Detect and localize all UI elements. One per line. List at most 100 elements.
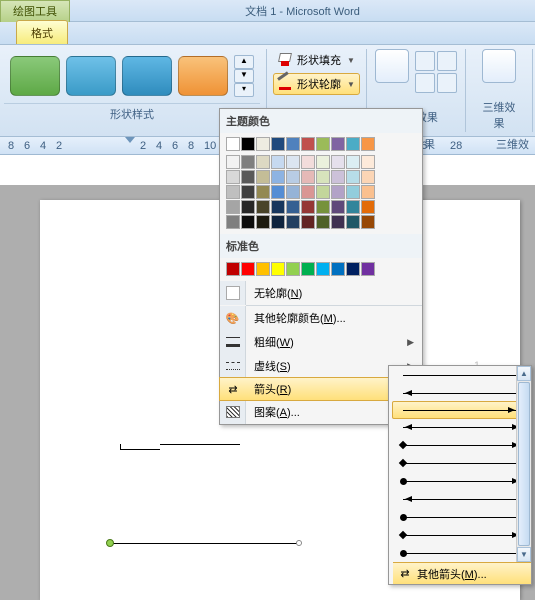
color-swatch[interactable] xyxy=(271,215,285,229)
color-swatch[interactable] xyxy=(286,262,300,276)
color-swatch[interactable] xyxy=(361,155,375,169)
color-swatch[interactable] xyxy=(286,170,300,184)
color-swatch[interactable] xyxy=(256,155,270,169)
color-swatch[interactable] xyxy=(226,200,240,214)
menu-weight[interactable]: 粗细(W) ▶ xyxy=(220,330,422,354)
style-swatch-3[interactable] xyxy=(122,56,172,96)
tab-format[interactable]: 格式 xyxy=(16,20,68,44)
color-swatch[interactable] xyxy=(286,155,300,169)
color-swatch[interactable] xyxy=(331,155,345,169)
color-swatch[interactable] xyxy=(256,170,270,184)
color-swatch[interactable] xyxy=(256,200,270,214)
style-swatch-2[interactable] xyxy=(66,56,116,96)
color-swatch[interactable] xyxy=(361,200,375,214)
shape-fill-button[interactable]: 形状填充 ▼ xyxy=(273,49,360,71)
menu-no-outline[interactable]: 无轮廓(N) xyxy=(220,281,422,305)
color-swatch[interactable] xyxy=(316,137,330,151)
color-swatch[interactable] xyxy=(301,170,315,184)
color-swatch[interactable] xyxy=(241,155,255,169)
arrow-style-dot-both[interactable] xyxy=(393,508,531,526)
drawn-shape-corner[interactable] xyxy=(120,444,160,450)
flyout-scrollbar[interactable]: ▲ ▼ xyxy=(516,366,531,562)
color-swatch[interactable] xyxy=(241,215,255,229)
color-swatch[interactable] xyxy=(271,185,285,199)
arrow-style-left[interactable] xyxy=(393,384,531,402)
color-swatch[interactable] xyxy=(331,215,345,229)
color-swatch[interactable] xyxy=(346,155,360,169)
color-swatch[interactable] xyxy=(316,200,330,214)
color-swatch[interactable] xyxy=(301,262,315,276)
line-start-handle[interactable] xyxy=(106,539,114,547)
shadow-nudge-right[interactable] xyxy=(437,51,457,71)
color-swatch[interactable] xyxy=(346,200,360,214)
color-swatch[interactable] xyxy=(241,137,255,151)
menu-more-arrows[interactable]: ⇄ 其他箭头(M)... xyxy=(393,562,531,584)
color-swatch[interactable] xyxy=(226,137,240,151)
color-swatch[interactable] xyxy=(331,170,345,184)
color-swatch[interactable] xyxy=(256,185,270,199)
color-swatch[interactable] xyxy=(301,200,315,214)
color-swatch[interactable] xyxy=(316,262,330,276)
shadow-nudge-down[interactable] xyxy=(437,73,457,93)
scroll-up-button[interactable]: ▲ xyxy=(517,366,531,381)
color-swatch[interactable] xyxy=(346,215,360,229)
color-swatch[interactable] xyxy=(241,200,255,214)
color-swatch[interactable] xyxy=(301,155,315,169)
color-swatch[interactable] xyxy=(316,155,330,169)
color-swatch[interactable] xyxy=(256,215,270,229)
arrow-style-both[interactable] xyxy=(393,418,531,436)
color-swatch[interactable] xyxy=(256,262,270,276)
color-swatch[interactable] xyxy=(256,137,270,151)
color-swatch[interactable] xyxy=(226,170,240,184)
color-swatch[interactable] xyxy=(286,200,300,214)
color-swatch[interactable] xyxy=(226,262,240,276)
shape-outline-button[interactable]: 形状轮廓 ▼ xyxy=(273,73,360,95)
color-swatch[interactable] xyxy=(271,155,285,169)
arrow-style-dot-right[interactable] xyxy=(393,490,531,508)
selected-line-shape[interactable] xyxy=(110,543,300,544)
color-swatch[interactable] xyxy=(316,170,330,184)
style-swatch-4[interactable] xyxy=(178,56,228,96)
color-swatch[interactable] xyxy=(346,170,360,184)
color-swatch[interactable] xyxy=(316,185,330,199)
shadow-nudge-left[interactable] xyxy=(415,73,435,93)
color-swatch[interactable] xyxy=(241,170,255,184)
color-swatch[interactable] xyxy=(241,185,255,199)
color-swatch[interactable] xyxy=(271,137,285,151)
arrow-style-dot-left[interactable] xyxy=(393,472,531,490)
color-swatch[interactable] xyxy=(271,200,285,214)
gallery-scroll-up[interactable]: ▲ xyxy=(234,55,254,69)
color-swatch[interactable] xyxy=(316,215,330,229)
arrow-style-diamond-both[interactable] xyxy=(393,454,531,472)
drawn-shape-line[interactable] xyxy=(160,444,240,445)
color-swatch[interactable] xyxy=(241,262,255,276)
color-swatch[interactable] xyxy=(346,262,360,276)
color-swatch[interactable] xyxy=(361,137,375,151)
color-swatch[interactable] xyxy=(271,262,285,276)
color-swatch[interactable] xyxy=(286,137,300,151)
gallery-scroll-down[interactable]: ▼ xyxy=(234,69,254,83)
color-swatch[interactable] xyxy=(331,137,345,151)
shadow-preset-button[interactable] xyxy=(375,49,409,83)
color-swatch[interactable] xyxy=(226,155,240,169)
color-swatch[interactable] xyxy=(271,170,285,184)
color-swatch[interactable] xyxy=(301,185,315,199)
indent-marker[interactable] xyxy=(125,137,135,148)
arrow-style-diamond-arrow[interactable] xyxy=(393,526,531,544)
arrow-style-diamond-left[interactable] xyxy=(393,436,531,454)
arrow-style-arrow-dot[interactable] xyxy=(393,544,531,562)
shadow-nudge-up[interactable] xyxy=(415,51,435,71)
style-swatch-1[interactable] xyxy=(10,56,60,96)
color-swatch[interactable] xyxy=(331,262,345,276)
line-end-handle[interactable] xyxy=(296,540,302,546)
color-swatch[interactable] xyxy=(346,185,360,199)
color-swatch[interactable] xyxy=(286,185,300,199)
arrow-style-none[interactable] xyxy=(393,366,531,384)
arrow-style-right[interactable] xyxy=(392,401,528,419)
color-swatch[interactable] xyxy=(361,185,375,199)
three-d-preset-button[interactable] xyxy=(482,49,516,83)
color-swatch[interactable] xyxy=(361,170,375,184)
color-swatch[interactable] xyxy=(361,262,375,276)
color-swatch[interactable] xyxy=(226,215,240,229)
color-swatch[interactable] xyxy=(301,215,315,229)
